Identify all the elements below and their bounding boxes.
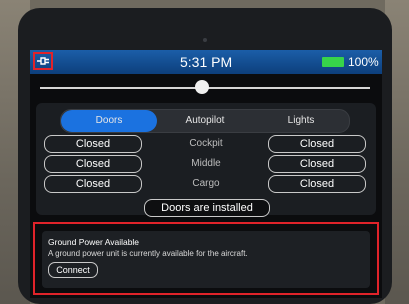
- door-row-label-middle: Middle: [191, 158, 221, 169]
- plug-icon[interactable]: [33, 52, 53, 70]
- tab-lights[interactable]: Lights: [253, 110, 349, 132]
- status-bar: 5:31 PM 100%: [30, 50, 382, 74]
- tab-doors[interactable]: Doors: [61, 110, 157, 132]
- status-time: 5:31 PM: [180, 54, 233, 70]
- ground-power-notification: Ground Power Available A ground power un…: [42, 231, 370, 288]
- notification-body: A ground power unit is currently availab…: [48, 249, 248, 258]
- door-middle-right-button[interactable]: Closed: [268, 155, 366, 173]
- door-cargo-left-button[interactable]: Closed: [44, 175, 142, 193]
- door-cockpit-right-button[interactable]: Closed: [268, 135, 366, 153]
- battery-percentage: 100%: [348, 55, 379, 69]
- door-cargo-right-button[interactable]: Closed: [268, 175, 366, 193]
- tab-bar: Doors Autopilot Lights: [60, 109, 350, 133]
- camera-dot: [203, 38, 207, 42]
- door-row-label-cargo: Cargo: [192, 178, 220, 189]
- tablet-screen: 5:31 PM 100% Doors Autopilot Lights Clos…: [30, 50, 382, 298]
- door-cockpit-left-button[interactable]: Closed: [44, 135, 142, 153]
- notification-title: Ground Power Available: [48, 237, 140, 247]
- door-middle-left-button[interactable]: Closed: [44, 155, 142, 173]
- notification-highlight: Ground Power Available A ground power un…: [33, 222, 379, 295]
- brightness-slider-thumb[interactable]: [194, 80, 209, 94]
- plug-icon-glyph: [37, 57, 49, 65]
- tab-autopilot[interactable]: Autopilot: [157, 110, 253, 132]
- doors-installed-status: Doors are installed: [144, 199, 270, 217]
- connect-button[interactable]: Connect: [48, 262, 98, 278]
- door-row-label-cockpit: Cockpit: [189, 138, 223, 149]
- battery-icon: [322, 57, 344, 67]
